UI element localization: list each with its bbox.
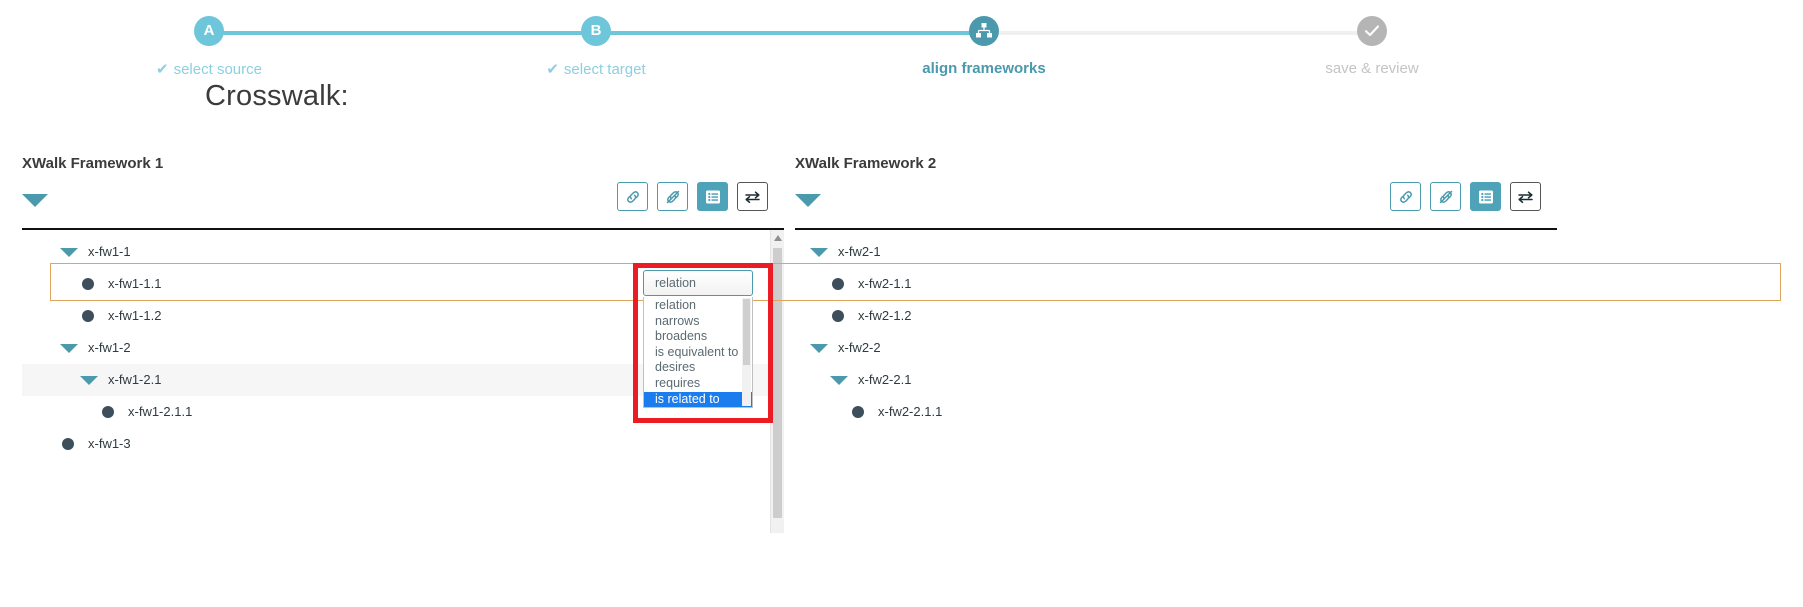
stepper-label-save-review: save & review	[1272, 60, 1472, 77]
caret-down-icon[interactable]	[60, 344, 78, 353]
list-icon	[705, 189, 721, 205]
unlink-icon	[665, 189, 681, 205]
relation-select[interactable]: relation	[643, 270, 753, 296]
relation-option[interactable]: desires	[644, 360, 752, 376]
swap-arrows-icon	[744, 189, 761, 205]
swap-button[interactable]	[737, 182, 768, 211]
tree-node[interactable]: x-fw2-1.2	[795, 300, 1557, 332]
toolbar-buttons-left	[617, 182, 768, 211]
tree-node[interactable]: x-fw2-1	[795, 236, 1557, 268]
leaf-dot-icon	[62, 438, 74, 450]
tree-node[interactable]: x-fw1-3	[22, 428, 784, 460]
tree-node-label: x-fw2-2.1	[858, 364, 911, 396]
step-badge-letter: B	[591, 22, 602, 39]
page-title: Crosswalk:	[205, 80, 349, 113]
scroll-up-arrow-icon[interactable]	[774, 235, 782, 241]
list-view-button[interactable]	[697, 182, 728, 211]
unlink-button[interactable]	[657, 182, 688, 211]
check-icon: ✔	[546, 60, 559, 78]
caret-down-icon[interactable]	[80, 376, 98, 385]
tree-node-label: x-fw1-1.2	[108, 300, 161, 332]
check-icon: ✔	[156, 60, 169, 78]
relation-option[interactable]: narrows	[644, 314, 752, 330]
tree-node-label: x-fw1-2.1.1	[128, 396, 192, 428]
tree-node-label: x-fw2-2	[838, 332, 881, 364]
relation-option[interactable]: broadens	[644, 329, 752, 345]
caret-down-icon[interactable]	[60, 248, 78, 257]
leaf-dot-icon	[832, 310, 844, 322]
framework-panel-right: XWalk Framework 2	[795, 155, 1557, 548]
leaf-dot-icon	[82, 310, 94, 322]
stepper-label-select-source: ✔ select source	[109, 60, 309, 78]
link-button[interactable]	[617, 182, 648, 211]
unlink-button[interactable]	[1430, 182, 1461, 211]
panel-title-right: XWalk Framework 2	[795, 155, 1557, 172]
step-badge-align	[969, 16, 999, 46]
stepper-label-text: select target	[564, 61, 646, 78]
tree-node-label: x-fw2-1.2	[858, 300, 911, 332]
link-icon	[625, 189, 641, 205]
tree-node-label: x-fw1-2	[88, 332, 131, 364]
tree-node[interactable]: x-fw2-2.1	[795, 364, 1557, 396]
leaf-dot-icon	[832, 278, 844, 290]
step-badge-b: B	[581, 16, 611, 46]
sitemap-icon	[975, 22, 993, 40]
tree-node-label: x-fw2-2.1.1	[878, 396, 942, 428]
list-icon	[1478, 189, 1494, 205]
step-badge-letter: A	[204, 22, 215, 39]
relation-option[interactable]: requires	[644, 376, 752, 392]
unlink-icon	[1438, 189, 1454, 205]
relation-options-scrollbar[interactable]	[742, 298, 751, 406]
panel-title-left: XWalk Framework 1	[22, 155, 784, 172]
link-icon	[1398, 189, 1414, 205]
panel-toolbar-left	[22, 190, 784, 226]
stepper-label-text: select source	[174, 61, 262, 78]
caret-down-icon[interactable]	[810, 344, 828, 353]
stepper-label-select-target: ✔ select target	[496, 60, 696, 78]
relation-option-selected[interactable]: is related to	[644, 392, 752, 408]
leaf-dot-icon	[852, 406, 864, 418]
scrollbar-thumb[interactable]	[743, 299, 750, 365]
tree-node-label: x-fw1-2.1	[108, 364, 161, 396]
link-button[interactable]	[1390, 182, 1421, 211]
stepper-step-save-review[interactable]: save & review	[1272, 0, 1472, 77]
swap-button[interactable]	[1510, 182, 1541, 211]
relation-select-value: relation	[655, 276, 696, 290]
stepper-label-align-frameworks: align frameworks	[884, 60, 1084, 77]
relation-option[interactable]: relation	[644, 298, 752, 314]
relation-option[interactable]: is equivalent to	[644, 345, 752, 361]
stepper-step-select-target[interactable]: B ✔ select target	[496, 0, 696, 78]
panel-toolbar-right	[795, 190, 1557, 226]
swap-arrows-icon	[1517, 189, 1534, 205]
root-collapse-caret-icon[interactable]	[22, 194, 48, 207]
step-badge-a: A	[194, 16, 224, 46]
step-badge-save	[1357, 16, 1387, 46]
stepper-step-align-frameworks[interactable]: align frameworks	[884, 0, 1084, 77]
check-circle-icon	[1362, 21, 1382, 41]
framework-tree-right: x-fw2-1 x-fw2-1.1 x-fw2-1.2 x-fw2-2 x-fw…	[795, 230, 1557, 548]
tree-node-label: x-fw1-3	[88, 428, 131, 460]
tree-node[interactable]: x-fw2-2	[795, 332, 1557, 364]
relation-options-list[interactable]: relation narrows broadens is equivalent …	[643, 297, 753, 408]
root-collapse-caret-icon[interactable]	[795, 194, 821, 207]
tree-node[interactable]: x-fw2-1.1	[795, 268, 1557, 300]
stepper-label-text: save & review	[1325, 60, 1418, 77]
stepper-step-select-source[interactable]: A ✔ select source	[109, 0, 309, 78]
caret-down-icon[interactable]	[830, 376, 848, 385]
progress-stepper: A ✔ select source B ✔ select target align …	[0, 0, 1803, 90]
tree-node-label: x-fw2-1.1	[858, 268, 911, 300]
tree-node[interactable]: x-fw2-2.1.1	[795, 396, 1557, 428]
list-view-button[interactable]	[1470, 182, 1501, 211]
tree-node-label: x-fw2-1	[838, 236, 881, 268]
stepper-label-text: align frameworks	[922, 60, 1045, 77]
leaf-dot-icon	[102, 406, 114, 418]
toolbar-buttons-right	[1390, 182, 1541, 211]
caret-down-icon[interactable]	[810, 248, 828, 257]
